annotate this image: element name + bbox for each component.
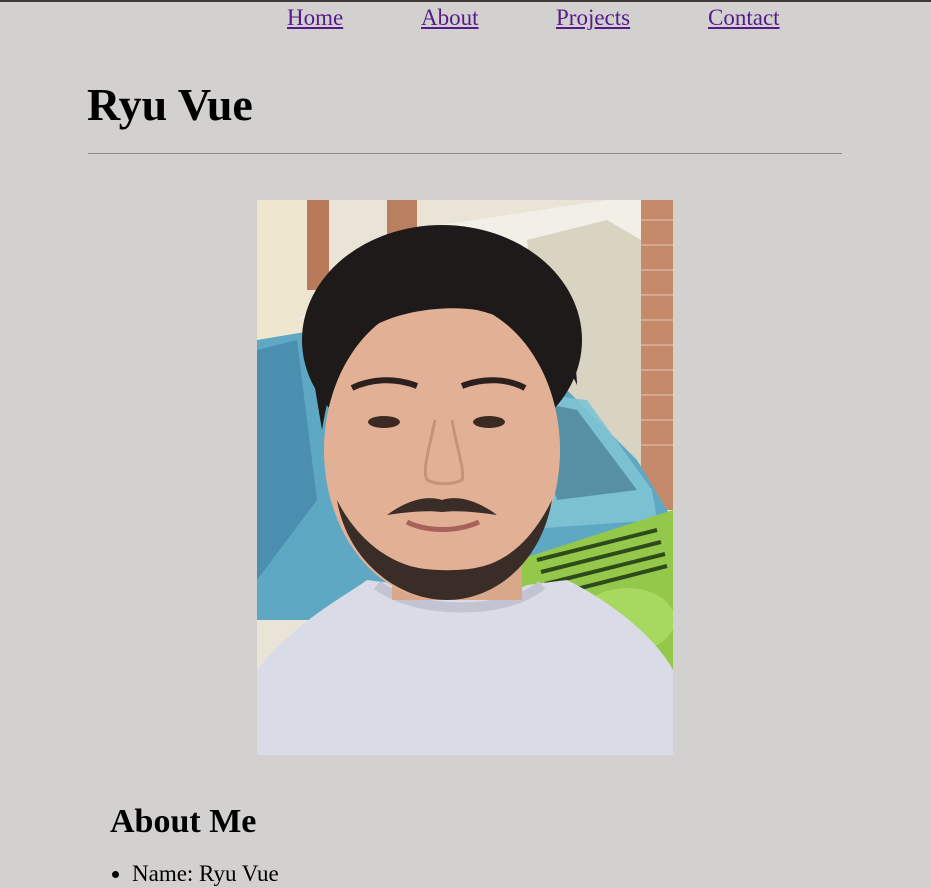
list-item: Name: Ryu Vue — [132, 860, 279, 888]
nav-link-about[interactable]: About — [421, 4, 479, 32]
header-divider — [88, 153, 842, 154]
nav-link-home[interactable]: Home — [287, 4, 343, 32]
nav-link-contact[interactable]: Contact — [708, 4, 780, 32]
top-border — [0, 0, 931, 2]
nav-link-projects[interactable]: Projects — [556, 4, 630, 32]
page-title: Ryu Vue — [87, 79, 253, 130]
about-list: Name: Ryu Vue — [110, 860, 279, 888]
main-nav: Home About Projects Contact — [0, 4, 931, 34]
profile-photo — [257, 200, 673, 755]
about-heading: About Me — [110, 803, 257, 840]
